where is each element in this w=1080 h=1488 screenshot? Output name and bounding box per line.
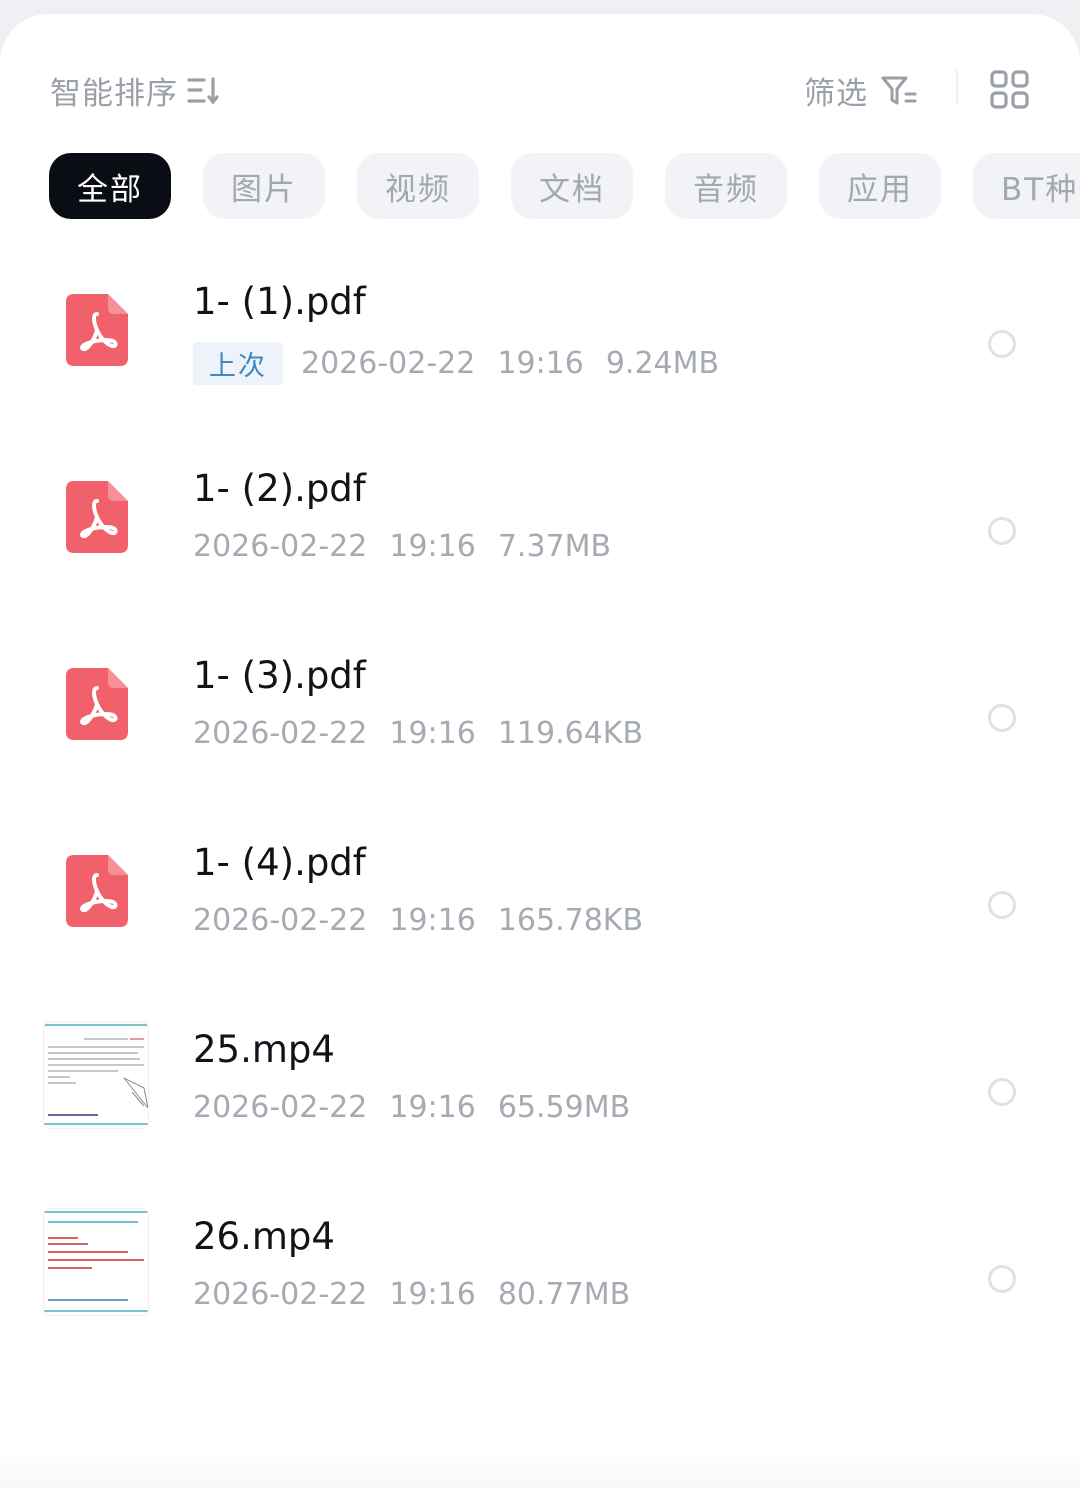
toolbar: 智能排序 筛选 — [0, 14, 1080, 154]
file-size: 9.24MB — [605, 346, 720, 381]
file-row[interactable]: 1- (1).pdf 上次 2026-02-22 19:16 9.24MB — [0, 250, 1080, 437]
pdf-file-icon — [66, 855, 128, 927]
file-name: 1- (2).pdf — [193, 467, 366, 510]
file-list-panel: 智能排序 筛选 全部 图片 视频 文档 音频 应用 BT种 1- (1).pdf… — [0, 14, 1080, 1488]
bottom-fade — [0, 1448, 1080, 1488]
tab-videos[interactable]: 视频 — [357, 153, 479, 219]
file-name: 1- (1).pdf — [193, 280, 366, 323]
file-time: 19:16 — [389, 903, 476, 938]
file-row[interactable]: 26.mp4 2026-02-22 19:16 80.77MB — [0, 1185, 1080, 1372]
tab-documents[interactable]: 文档 — [511, 153, 633, 219]
file-meta: 2026-02-22 19:16 7.37MB — [193, 529, 611, 564]
recent-badge: 上次 — [193, 342, 283, 385]
file-name: 1- (4).pdf — [193, 841, 366, 884]
select-radio[interactable] — [988, 1265, 1016, 1293]
grid-view-button[interactable] — [988, 68, 1032, 112]
tab-audio[interactable]: 音频 — [665, 153, 787, 219]
file-name: 1- (3).pdf — [193, 654, 366, 697]
file-size: 7.37MB — [497, 529, 612, 564]
file-date: 2026-02-22 — [193, 903, 368, 938]
select-radio[interactable] — [988, 330, 1016, 358]
file-size: 119.64KB — [497, 716, 644, 751]
grid-view-icon — [990, 70, 1029, 109]
smart-sort-button[interactable]: 智能排序 — [50, 68, 222, 113]
tab-apps[interactable]: 应用 — [819, 153, 941, 219]
tab-images[interactable]: 图片 — [203, 153, 325, 219]
filter-button[interactable]: 筛选 — [804, 68, 918, 113]
select-radio[interactable] — [988, 517, 1016, 545]
file-date: 2026-02-22 — [193, 1090, 368, 1125]
video-thumbnail — [44, 1209, 148, 1315]
file-list: 1- (1).pdf 上次 2026-02-22 19:16 9.24MB 1-… — [0, 250, 1080, 1372]
file-name: 25.mp4 — [193, 1028, 335, 1071]
file-date: 2026-02-22 — [193, 529, 368, 564]
category-tabs: 全部 图片 视频 文档 音频 应用 BT种子 — [49, 153, 1080, 219]
filter-label: 筛选 — [804, 76, 868, 112]
pdf-file-icon — [66, 668, 128, 740]
file-time: 19:16 — [389, 716, 476, 751]
file-date: 2026-02-22 — [193, 716, 368, 751]
pdf-file-icon — [66, 481, 128, 553]
sort-label: 智能排序 — [50, 76, 178, 112]
filter-icon — [881, 76, 917, 104]
file-size: 65.59MB — [497, 1090, 631, 1125]
file-meta: 上次 2026-02-22 19:16 9.24MB — [193, 342, 719, 385]
file-size: 165.78KB — [497, 903, 644, 938]
select-radio[interactable] — [988, 704, 1016, 732]
sort-icon — [187, 76, 219, 105]
file-meta: 2026-02-22 19:16 165.78KB — [193, 903, 643, 938]
file-meta: 2026-02-22 19:16 119.64KB — [193, 716, 643, 751]
file-date: 2026-02-22 — [301, 346, 476, 381]
file-date: 2026-02-22 — [193, 1277, 368, 1312]
pdf-file-icon — [66, 294, 128, 366]
select-radio[interactable] — [988, 891, 1016, 919]
file-row[interactable]: 25.mp4 2026-02-22 19:16 65.59MB — [0, 998, 1080, 1185]
select-radio[interactable] — [988, 1078, 1016, 1106]
file-name: 26.mp4 — [193, 1215, 335, 1258]
file-time: 19:16 — [389, 529, 476, 564]
toolbar-divider — [956, 70, 958, 104]
file-size: 80.77MB — [497, 1277, 631, 1312]
file-row[interactable]: 1- (4).pdf 2026-02-22 19:16 165.78KB — [0, 811, 1080, 998]
tab-all[interactable]: 全部 — [49, 153, 171, 219]
file-meta: 2026-02-22 19:16 80.77MB — [193, 1277, 630, 1312]
tab-bt-torrents[interactable]: BT种子 — [973, 153, 1080, 219]
file-time: 19:16 — [497, 346, 584, 381]
file-row[interactable]: 1- (3).pdf 2026-02-22 19:16 119.64KB — [0, 624, 1080, 811]
video-thumbnail — [44, 1022, 148, 1128]
file-meta: 2026-02-22 19:16 65.59MB — [193, 1090, 630, 1125]
file-time: 19:16 — [389, 1090, 476, 1125]
file-time: 19:16 — [389, 1277, 476, 1312]
file-row[interactable]: 1- (2).pdf 2026-02-22 19:16 7.37MB — [0, 437, 1080, 624]
